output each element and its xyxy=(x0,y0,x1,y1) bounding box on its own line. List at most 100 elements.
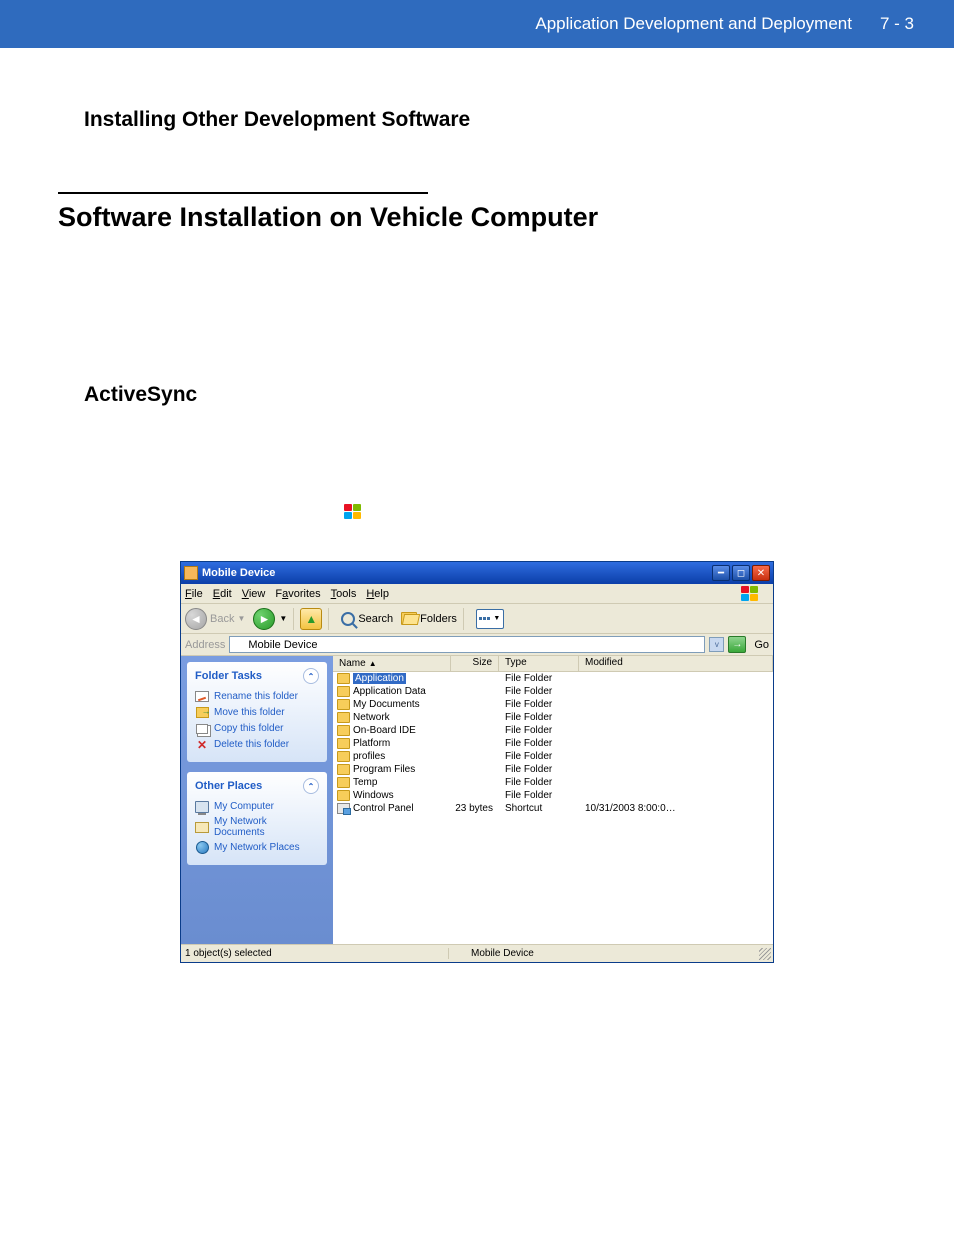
back-label: Back xyxy=(210,613,234,625)
file-type: Shortcut xyxy=(499,803,579,814)
forward-dropdown-icon[interactable]: ▼ xyxy=(279,614,287,623)
folder-icon xyxy=(337,686,350,697)
heading-software-installation: Software Installation on Vehicle Compute… xyxy=(58,202,870,233)
file-name: On-Board IDE xyxy=(353,725,416,736)
address-label: Address xyxy=(185,639,225,651)
file-name: Application Data xyxy=(353,686,426,697)
file-type: File Folder xyxy=(499,738,579,749)
status-selection: 1 object(s) selected xyxy=(181,948,449,959)
computer-icon xyxy=(195,801,209,813)
toolbar-separator-2 xyxy=(328,608,329,630)
search-button[interactable]: Search xyxy=(341,612,393,626)
file-type: File Folder xyxy=(499,751,579,762)
file-type: File Folder xyxy=(499,777,579,788)
views-dropdown-icon: ▼ xyxy=(493,615,500,622)
file-type: File Folder xyxy=(499,686,579,697)
file-type: File Folder xyxy=(499,699,579,710)
copy-folder-link[interactable]: Copy this folder xyxy=(195,722,319,735)
folder-icon xyxy=(337,751,350,762)
status-location: Mobile Device xyxy=(449,948,773,960)
go-button[interactable]: → xyxy=(728,636,746,653)
collapse-icon-2[interactable]: ⌃ xyxy=(303,778,319,794)
other-places-header[interactable]: Other Places ⌃ xyxy=(195,778,319,794)
file-row[interactable]: Application File Folder xyxy=(333,672,773,685)
menu-help[interactable]: Help xyxy=(366,588,389,600)
throbber-icon xyxy=(741,586,759,602)
up-button[interactable]: ▲ xyxy=(300,608,322,630)
file-name: Temp xyxy=(353,777,377,788)
file-name: Windows xyxy=(353,790,394,801)
menu-edit[interactable]: Edit xyxy=(213,588,232,600)
titlebar-icon xyxy=(184,566,198,580)
file-type: File Folder xyxy=(499,725,579,736)
file-row[interactable]: profiles File Folder xyxy=(333,750,773,763)
folder-tasks-panel: Folder Tasks ⌃ Rename this folder Move t… xyxy=(187,662,327,762)
control-panel-icon xyxy=(337,803,350,814)
address-dropdown-button[interactable]: v xyxy=(709,637,724,652)
file-type: File Folder xyxy=(499,673,579,684)
delete-icon: ✕ xyxy=(195,738,209,751)
file-row[interactable]: On-Board IDE File Folder xyxy=(333,724,773,737)
column-headers: Name ▲ Size Type Modified xyxy=(333,656,773,672)
address-input[interactable]: Mobile Device xyxy=(229,636,705,653)
windows-logo-inline xyxy=(344,503,870,521)
folders-button[interactable]: Folders xyxy=(401,612,457,625)
file-row[interactable]: Windows File Folder xyxy=(333,789,773,802)
header-page: 7 - 3 xyxy=(880,14,914,34)
heading-activesync: ActiveSync xyxy=(84,383,870,407)
toolbar-separator xyxy=(293,608,294,630)
status-location-text: Mobile Device xyxy=(471,948,534,959)
file-row[interactable]: Program FilesFile Folder xyxy=(333,763,773,776)
col-size-header[interactable]: Size xyxy=(451,656,499,671)
menu-favorites[interactable]: Favorites xyxy=(275,588,320,600)
col-name-header[interactable]: Name ▲ xyxy=(333,656,451,671)
other-places-title: Other Places xyxy=(195,780,262,792)
file-name: Network xyxy=(353,712,390,723)
menu-view[interactable]: View xyxy=(242,588,266,600)
network-documents-link[interactable]: My Network Documents xyxy=(195,816,319,838)
file-name: Control Panel xyxy=(353,803,414,814)
col-type-header[interactable]: Type xyxy=(499,656,579,671)
sort-asc-icon: ▲ xyxy=(369,659,377,668)
titlebar[interactable]: Mobile Device ━ ◻ ✕ xyxy=(181,562,773,584)
rename-folder-link[interactable]: Rename this folder xyxy=(195,690,319,703)
file-row[interactable]: My DocumentsFile Folder xyxy=(333,698,773,711)
menu-tools[interactable]: Tools xyxy=(331,588,357,600)
forward-button[interactable]: ► xyxy=(253,608,275,630)
file-row[interactable]: Control Panel23 bytesShortcut10/31/2003 … xyxy=(333,802,773,815)
delete-folder-link[interactable]: ✕Delete this folder xyxy=(195,738,319,751)
status-icon xyxy=(455,948,467,960)
views-button[interactable]: ▼ xyxy=(476,609,504,629)
file-type: File Folder xyxy=(499,790,579,801)
file-name: Application xyxy=(353,673,406,684)
file-row[interactable]: NetworkFile Folder xyxy=(333,711,773,724)
folder-icon xyxy=(337,699,350,710)
move-folder-link[interactable]: Move this folder xyxy=(195,706,319,719)
network-places-link[interactable]: My Network Places xyxy=(195,841,319,854)
menubar: File Edit View Favorites Tools Help xyxy=(181,584,773,604)
file-row[interactable]: Application Data File Folder xyxy=(333,685,773,698)
address-icon xyxy=(233,639,245,651)
my-computer-link[interactable]: My Computer xyxy=(195,800,319,813)
move-icon xyxy=(196,707,209,718)
maximize-button[interactable]: ◻ xyxy=(732,565,750,581)
file-name: profiles xyxy=(353,751,385,762)
resize-grip-icon[interactable] xyxy=(759,948,771,960)
folder-icon xyxy=(337,712,350,723)
menu-file[interactable]: File xyxy=(185,588,203,600)
windows-logo-icon xyxy=(344,504,362,520)
toolbar: ◄ Back ▼ ► ▼ ▲ Search Folders ▼ xyxy=(181,604,773,634)
file-row[interactable]: Temp File Folder xyxy=(333,776,773,789)
folders-label: Folders xyxy=(420,613,457,625)
col-modified-header[interactable]: Modified xyxy=(579,656,773,671)
minimize-button[interactable]: ━ xyxy=(712,565,730,581)
back-button: ◄ Back ▼ xyxy=(185,608,245,630)
header-title: Application Development and Deployment xyxy=(535,14,852,34)
file-row[interactable]: PlatformFile Folder xyxy=(333,737,773,750)
network-docs-icon xyxy=(195,822,209,833)
folder-tasks-header[interactable]: Folder Tasks ⌃ xyxy=(195,668,319,684)
go-label: Go xyxy=(754,639,769,651)
collapse-icon[interactable]: ⌃ xyxy=(303,668,319,684)
search-label: Search xyxy=(358,613,393,625)
close-button[interactable]: ✕ xyxy=(752,565,770,581)
